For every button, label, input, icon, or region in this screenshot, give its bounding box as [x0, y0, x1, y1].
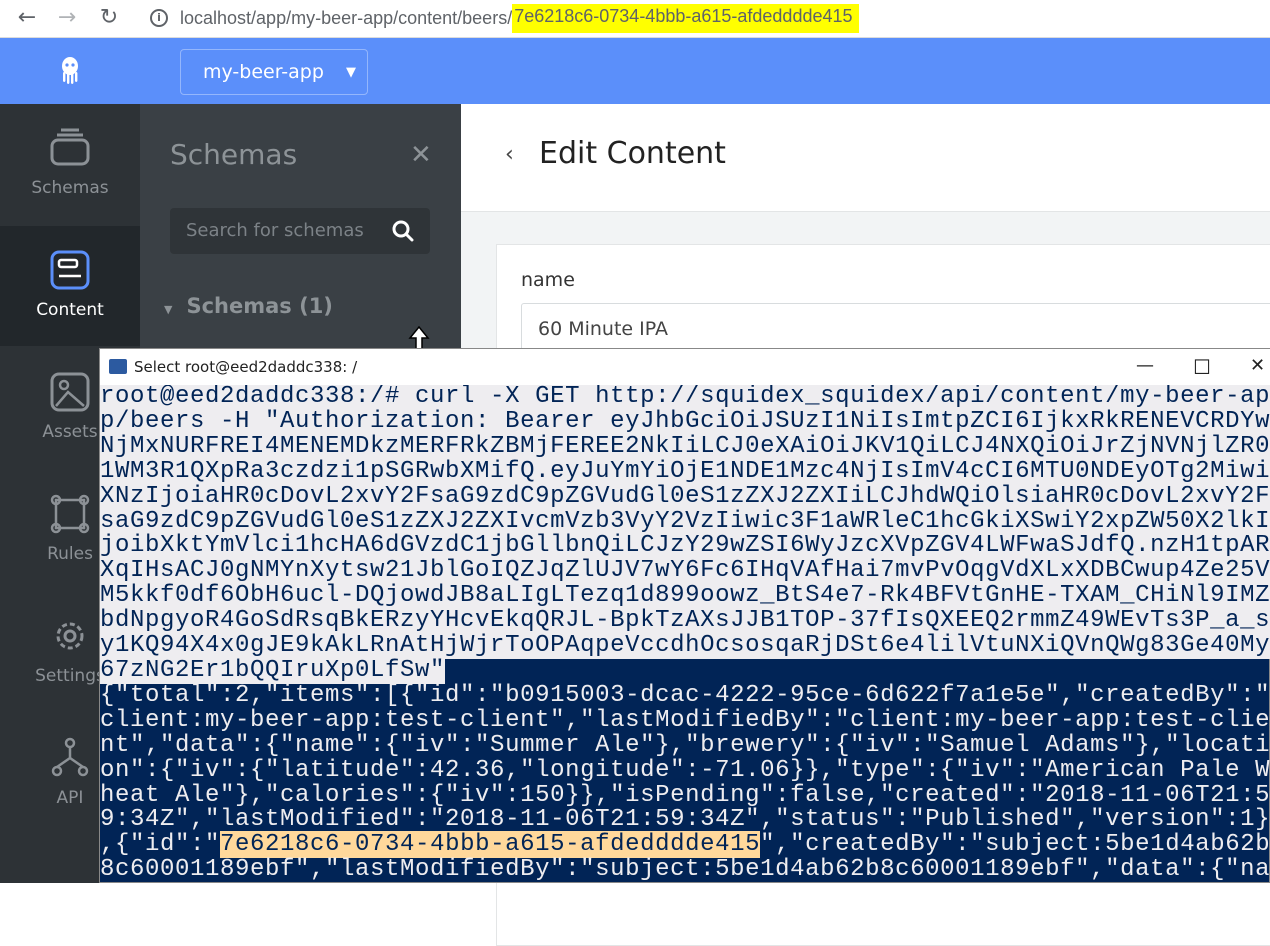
highlighted-id: 7e6218c6-0734-4bbb-a615-afdedddde415 [220, 831, 761, 859]
terminal-line: on":{"iv":{"latitude":42.36,"longitude":… [100, 756, 1270, 784]
terminal-line-wrap: 67zNG2Er1bQQIruXp0LfSw" [100, 656, 1270, 684]
close-icon[interactable]: ✕ [410, 140, 432, 170]
terminal-line: 67zNG2Er1bQQIruXp0LfSw" [100, 656, 446, 684]
terminal-titlebar: Select root@eed2daddc338: / — ☐ ✕ [100, 349, 1270, 385]
url-base: localhost/app/my-beer-app/content/beers/ [180, 7, 513, 28]
browser-toolbar: ← → ↻ i localhost/app/my-beer-app/conten… [0, 0, 1270, 38]
terminal-line: 1WM3R1QXpRa3czdzi1pSGRwbXMifQ.eyJuYmYiOj… [100, 457, 1270, 485]
address-bar[interactable]: i localhost/app/my-beer-app/content/beer… [140, 3, 1270, 33]
schema-group-label: Schemas (1) [186, 294, 333, 318]
api-icon [51, 737, 89, 777]
terminal-line: M5kkf0df6ObH6ucl-DQjowdJB8aLIgLTezq1d899… [100, 582, 1270, 610]
powershell-icon [109, 359, 127, 374]
content-icon [50, 250, 90, 290]
terminal-line: XNzIjoiaHR0cDovL2xvY2FsaG9zdC9pZGVudGl0e… [100, 482, 1270, 510]
forward-arrow-icon[interactable]: → [52, 3, 82, 33]
search-placeholder: Search for schemas [186, 220, 364, 241]
terminal-line: 9:34Z","lastModified":"2018-11-06T21:59:… [100, 806, 1270, 834]
terminal-line: root@eed2daddc338:/# curl -X GET http://… [100, 385, 1270, 410]
info-icon[interactable]: i [150, 9, 168, 27]
assets-icon [50, 372, 90, 412]
reload-icon[interactable]: ↻ [94, 3, 124, 33]
close-window-icon[interactable]: ✕ [1250, 355, 1265, 376]
json-suffix: ","createdBy":"subject:5be1d4ab62b [760, 831, 1270, 859]
terminal-line: p/beers -H "Authorization: Bearer eyJhbG… [100, 407, 1270, 435]
schemas-panel-title: Schemas [170, 138, 298, 171]
terminal-line: bdNpgyoR4GoSdRsqBkERzyYHcvEkqQRJL-BpkTzA… [100, 607, 1270, 635]
terminal-line: XqIHsACJ0gNMYnXytsw21JblGoIQZJqZlUJV7wY6… [100, 557, 1270, 585]
rules-icon [50, 494, 90, 534]
search-icon[interactable] [392, 220, 414, 242]
terminal-line: nt","data":{"name":{"iv":"Summer Ale"},"… [100, 731, 1270, 759]
terminal-line: saG9zdC9pZGVudGl0eS1zZXJ2ZXIvcmVzb3VyY2V… [100, 507, 1270, 535]
content-header: ‹ Edit Content [461, 104, 1270, 212]
schema-group-toggle[interactable]: ▼ Schemas (1) [164, 294, 333, 318]
caret-down-icon: ▼ [164, 303, 173, 316]
terminal-line: y1KQ94X4x0gJE9kAkLRnAtHjWjrToOPAqpeVccdh… [100, 632, 1270, 660]
nav-label-schemas: Schemas [31, 178, 109, 198]
caret-down-icon: ▼ [345, 64, 356, 80]
page-title: Edit Content [539, 136, 726, 171]
terminal-line-highlight: ,{"id":"7e6218c6-0734-4bbb-a615-afdedddd… [100, 831, 1270, 859]
field-label-name: name [521, 269, 575, 291]
app-header: my-beer-app ▼ [0, 38, 1270, 104]
terminal-window[interactable]: Select root@eed2daddc338: / — ☐ ✕ root@e… [99, 348, 1270, 883]
terminal-line: joibXktYmVlci1hcHA6dGVzdC1jbGllbnQiLCJzY… [100, 532, 1270, 560]
schema-search-input[interactable]: Search for schemas [170, 208, 430, 254]
url-highlighted-id: 7e6218c6-0734-4bbb-a615-afdedddde415 [512, 3, 859, 33]
terminal-line: {"total":2,"items":[{"id":"b0915003-dcac… [100, 681, 1270, 709]
app-selector[interactable]: my-beer-app ▼ [180, 49, 368, 95]
terminal-title: Select root@eed2daddc338: / [134, 358, 358, 376]
maximize-icon[interactable]: ☐ [1193, 355, 1211, 379]
terminal-line: client:my-beer-app:test-client","lastMod… [100, 706, 1270, 734]
back-chevron-icon[interactable]: ‹ [505, 142, 514, 167]
squid-logo-icon[interactable] [0, 38, 140, 104]
terminal-line: 8c60001189ebf","lastModifiedBy":"subject… [100, 856, 1270, 884]
settings-icon [56, 622, 84, 650]
terminal-output[interactable]: root@eed2daddc338:/# curl -X GET http://… [100, 385, 1270, 884]
terminal-line: heat Ale"},"calories":{"iv":150}},"isPen… [100, 781, 1270, 809]
nav-label-content: Content [36, 300, 104, 320]
back-arrow-icon[interactable]: ← [12, 3, 42, 33]
app-name: my-beer-app [203, 61, 324, 83]
nav-item-schemas[interactable]: Schemas [0, 104, 140, 224]
nav-item-content[interactable]: Content [0, 226, 140, 346]
schemas-icon [50, 128, 90, 166]
terminal-line: NjMxNURFREI4MENEMDkzMERFRkZBMjFEREE2NkIi… [100, 432, 1270, 460]
json-prefix: ,{"id":" [100, 831, 221, 859]
minimize-icon[interactable]: — [1136, 355, 1154, 376]
